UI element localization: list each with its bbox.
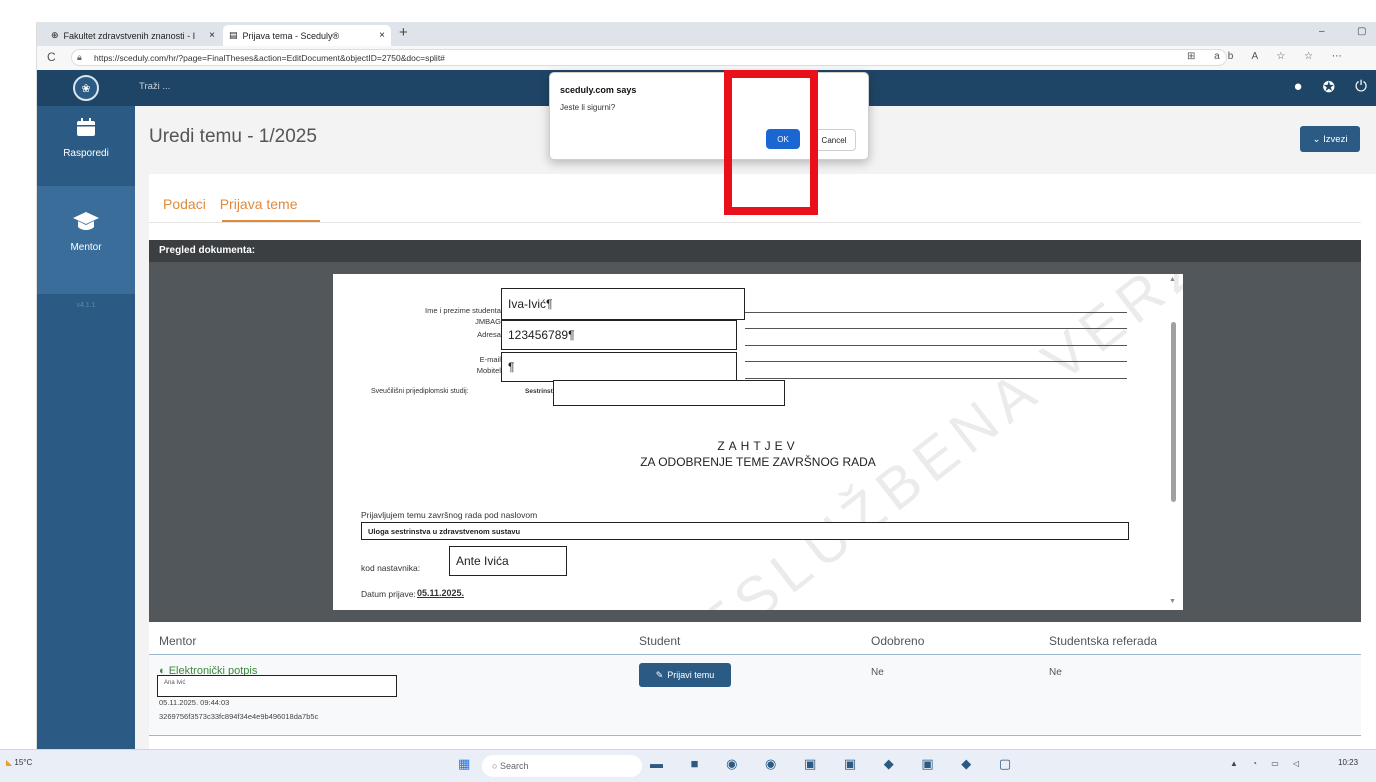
approved-value: Ne (871, 667, 884, 678)
date-label: Datum prijave: (361, 589, 416, 599)
new-tab-button[interactable]: + (399, 24, 408, 41)
reload-icon[interactable]: C (47, 50, 56, 64)
doc-subheading: ZA ODOBRENJE TEME ZAVRŠNOG RADA (640, 455, 876, 469)
lock-icon: 🔒︎ (77, 52, 82, 62)
field-label-address: Adresa: (477, 330, 503, 339)
sidebar-item-label: Mentor (70, 242, 102, 253)
calendar-icon (37, 116, 135, 144)
address-field[interactable]: 123456789¶ (501, 320, 737, 350)
sidebar: ❀ Rasporedi Mentor v4.1.1 (37, 70, 135, 781)
app-logo[interactable]: ❀ (37, 70, 135, 106)
phone-field[interactable]: ¶ (501, 352, 737, 382)
export-button[interactable]: ⌄ Izvezi (1300, 126, 1360, 152)
weather-widget[interactable]: ◣ 15°C (6, 758, 32, 767)
clock: 10:23 (1338, 758, 1359, 767)
user-icon[interactable]: ● (1293, 78, 1302, 96)
search-icon: ○ (492, 761, 500, 771)
field-label-name: Ime i prezime studenta: (425, 306, 503, 315)
viewer-header: Pregled dokumenta: (149, 240, 1361, 262)
topbar-icons: ● ✪ ⏻ (1293, 78, 1367, 96)
taskbar-apps[interactable]: ▬ ■ ◉ ◉ ▣ ▣ ◆ ▣ ◆ ▢ (650, 756, 1023, 772)
logo-icon: ❀ (73, 75, 99, 101)
document-page[interactable]: NESLUŽBENA VERZIJA Ime i prezime student… (333, 274, 1183, 610)
col-header-referada: Studentska referada (1049, 634, 1158, 648)
table-row: ◐ Elektronički potpis Ana Ivić 05.11.202… (149, 655, 1361, 736)
study-label: Sveučilišni prijediplomski studij: (371, 388, 469, 395)
minimize-button[interactable]: – (1319, 26, 1325, 37)
field-line (745, 361, 1127, 362)
col-header-mentor: Mentor (159, 634, 197, 648)
edit-icon: ✎ (655, 669, 664, 680)
system-tray[interactable]: ▲ ◔ ▭ ◁ (1230, 759, 1305, 768)
referada-value: Ne (1049, 667, 1062, 678)
field-label-jmbag: JMBAG: (475, 317, 503, 326)
sun-icon: ◣ (6, 758, 13, 767)
search-input[interactable]: Traži ... (139, 81, 170, 92)
browser-toolbar-icons[interactable]: ⊞ ab A ☆ ☆ ⋯ (1187, 51, 1350, 62)
sidebar-item-mentor[interactable]: Mentor (37, 186, 135, 294)
browser-tab-prijava[interactable]: ▤ Prijava tema - Sceduly® × (223, 25, 391, 46)
thesis-panel: Podaci Prijava teme Pregled dokumenta: N… (149, 174, 1376, 774)
field-label-email: E-mail: (479, 355, 503, 364)
intro-text: Prijavljujem temu završnog rada pod nasl… (361, 510, 538, 520)
scroll-up-icon[interactable]: ▲ (1169, 276, 1176, 283)
col-header-student: Student (639, 634, 681, 648)
doc-heading: ZAHTJEV (717, 439, 799, 453)
submit-thesis-button[interactable]: ✎ Prijavi temu (639, 663, 731, 687)
dialog-message: Jeste li sigurni? (560, 103, 616, 112)
sidebar-item-label: Rasporedi (63, 148, 109, 159)
document-viewer: Pregled dokumenta: NESLUŽBENA VERZIJA Im… (149, 240, 1361, 622)
field-line (745, 345, 1127, 346)
scrollbar-thumb[interactable] (1171, 322, 1176, 502)
accessibility-icon[interactable]: ✪ (1323, 78, 1336, 96)
windows-start-icon[interactable]: ▦ (458, 756, 470, 772)
graduation-cap-icon (37, 210, 135, 238)
mentor-label: kod nastavnika: (361, 563, 421, 573)
signature-date: 05.11.2025. 09:44:03 (159, 698, 230, 707)
field-line (745, 312, 1127, 313)
highlight-box (724, 70, 818, 215)
page-title: Uredi temu - 1/2025 (149, 126, 317, 147)
field-line (745, 328, 1127, 329)
tabs: Podaci Prijava teme (163, 196, 308, 212)
app-version: v4.1.1 (76, 302, 96, 309)
tab-prijava-teme[interactable]: Prijava teme (220, 196, 298, 212)
address-bar: C https://sceduly.com/hr/?page=FinalThes… (37, 46, 1376, 71)
browser-window: ⊕ Fakultet zdravstvenih znanosti - I × ▤… (36, 22, 1376, 781)
close-tab-icon[interactable]: × (209, 30, 215, 41)
restore-button[interactable]: ▢ (1357, 26, 1366, 37)
globe-icon: ⊕ (51, 30, 59, 40)
tab-strip: ⊕ Fakultet zdravstvenih znanosti - I × ▤… (37, 22, 1376, 46)
browser-tab-fakultet[interactable]: ⊕ Fakultet zdravstvenih znanosti - I × (45, 25, 221, 46)
sidebar-item-rasporedi[interactable]: Rasporedi (37, 116, 135, 186)
scroll-down-icon[interactable]: ▼ (1169, 598, 1176, 605)
page-icon: ▤ (229, 30, 238, 40)
signature-name-box: Ana Ivić (157, 675, 397, 697)
thesis-title-field[interactable]: Uloga sestrinstva u zdravstvenom sustavu (361, 522, 1129, 540)
field-line (745, 378, 1127, 379)
mentor-field[interactable]: Ante Ivića (449, 546, 567, 576)
col-header-approved: Odobreno (871, 634, 925, 648)
close-tab-icon[interactable]: × (379, 30, 385, 41)
confirm-dialog: sceduly.com says Jeste li sigurni? OK Ca… (549, 72, 869, 160)
date-value: 05.11.2025. (417, 588, 465, 598)
cancel-button[interactable]: Cancel (812, 129, 856, 151)
dialog-title: sceduly.com says (560, 85, 637, 95)
url-field[interactable]: https://sceduly.com/hr/?page=FinalTheses… (71, 49, 1227, 66)
taskbar-search[interactable]: ○ Search (482, 755, 642, 777)
tab-label: Prijava tema - Sceduly® (242, 30, 340, 41)
tab-podaci[interactable]: Podaci (163, 196, 206, 212)
signature-hash: 3269756f3573c33fc894f34e4e9b496018da7b5c (159, 712, 319, 721)
student-name-field[interactable]: Iva-Ivić¶ (501, 288, 745, 320)
taskbar: ◣ 15°C ▦ ○ Search ▬ ■ ◉ ◉ ▣ ▣ ◆ ▣ ◆ ▢ ▲ … (0, 749, 1376, 782)
power-icon[interactable]: ⏻ (1355, 78, 1367, 96)
tab-label: Fakultet zdravstvenih znanosti - I (63, 30, 196, 41)
tabs-divider (149, 222, 1361, 223)
study-field[interactable] (553, 380, 785, 406)
field-label-phone: Mobitel: (476, 366, 503, 375)
